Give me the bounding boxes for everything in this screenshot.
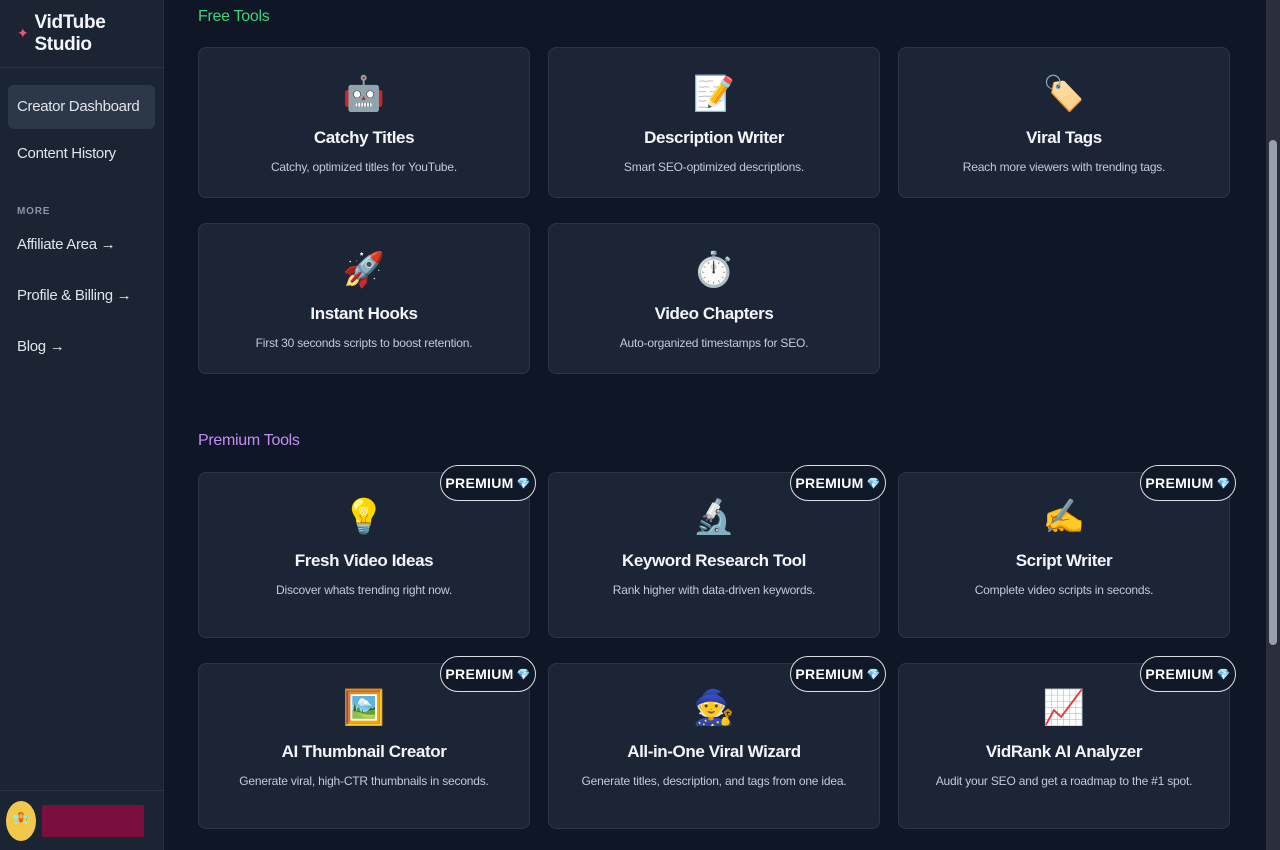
- tool-card-viral-wizard[interactable]: PREMIUM 💎 🧙 All-in-One Viral Wizard Gener…: [548, 656, 886, 829]
- tag-icon: 🏷️: [1042, 75, 1086, 113]
- premium-badge: PREMIUM 💎: [790, 465, 886, 501]
- vertical-scrollbar[interactable]: [1266, 0, 1280, 850]
- card-description: Audit your SEO and get a roadmap to the …: [935, 774, 1193, 788]
- tool-card-description-writer[interactable]: 📝 Description Writer Smart SEO-optimized…: [548, 47, 880, 198]
- tool-card-keyword-research[interactable]: PREMIUM 💎 🔬 Keyword Research Tool Rank hi…: [548, 465, 886, 638]
- nav-blog[interactable]: Blog →: [0, 335, 163, 359]
- premium-tools-heading: Premium Tools: [198, 432, 300, 449]
- tool-card-ai-thumbnail-creator[interactable]: PREMIUM 💎 🖼️ AI Thumbnail Creator Generat…: [198, 656, 536, 829]
- card-title: Script Writer: [1015, 551, 1113, 570]
- nav-creator-dashboard[interactable]: Creator Dashboard: [8, 85, 155, 129]
- tool-card-viral-tags[interactable]: 🏷️ Viral Tags Reach more viewers with tr…: [898, 47, 1230, 198]
- rocket-icon: 🚀: [342, 251, 386, 289]
- premium-badge: PREMIUM 💎: [790, 656, 886, 692]
- card-title: Keyword Research Tool: [621, 551, 806, 570]
- gem-icon: 💎: [1216, 668, 1231, 681]
- more-section-label: MORE: [17, 206, 51, 217]
- card-title: AI Thumbnail Creator: [281, 742, 447, 761]
- sidebar: ✦ VidTube Studio Creator Dashboard Conte…: [0, 0, 164, 850]
- user-profile[interactable]: 🧚: [0, 790, 164, 850]
- premium-badge: PREMIUM 💎: [440, 465, 536, 501]
- premium-badge: PREMIUM 💎: [440, 656, 536, 692]
- card-description: Reach more viewers with trending tags.: [962, 160, 1166, 174]
- robot-icon: 🤖: [342, 75, 386, 113]
- gem-icon: 💎: [1216, 477, 1231, 490]
- card-description: Discover whats trending right now.: [276, 583, 452, 597]
- microscope-icon: 🔬: [692, 498, 736, 536]
- card-title: Fresh Video Ideas: [294, 551, 434, 570]
- free-tools-heading: Free Tools: [198, 8, 270, 25]
- card-description: Generate titles, description, and tags f…: [581, 774, 847, 788]
- card-title: Instant Hooks: [310, 304, 418, 323]
- memo-icon: 📝: [692, 75, 736, 113]
- sparkle-icon: ✦: [17, 25, 29, 41]
- main-content: Free Tools 🤖 Catchy Titles Catchy, optim…: [164, 0, 1266, 850]
- avatar[interactable]: 🧚: [6, 800, 36, 841]
- premium-badge: PREMIUM 💎: [1140, 465, 1236, 501]
- nav-profile-billing[interactable]: Profile & Billing →: [0, 284, 163, 308]
- wizard-icon: 🧙: [692, 689, 736, 727]
- card-title: Viral Tags: [1026, 128, 1102, 147]
- tool-card-vidrank-analyzer[interactable]: PREMIUM 💎 📈 VidRank AI Analyzer Audit you…: [898, 656, 1236, 829]
- card-description: Smart SEO-optimized descriptions.: [623, 160, 805, 174]
- chart-increasing-icon: 📈: [1042, 689, 1086, 727]
- card-description: First 30 seconds scripts to boost retent…: [255, 336, 473, 350]
- framed-picture-icon: 🖼️: [342, 689, 386, 727]
- card-title: Catchy Titles: [313, 128, 415, 147]
- gem-icon: 💎: [866, 668, 881, 681]
- card-title: VidRank AI Analyzer: [985, 742, 1143, 761]
- user-name-block: [42, 804, 144, 837]
- card-title: All-in-One Viral Wizard: [627, 742, 801, 761]
- scrollbar-thumb[interactable]: [1269, 140, 1277, 645]
- tool-card-catchy-titles[interactable]: 🤖 Catchy Titles Catchy, optimized titles…: [198, 47, 530, 198]
- tool-card-video-chapters[interactable]: ⏱️ Video Chapters Auto-organized timesta…: [548, 223, 880, 374]
- card-title: Video Chapters: [654, 304, 774, 323]
- card-description: Auto-organized timestamps for SEO.: [619, 336, 809, 350]
- card-title: Description Writer: [644, 128, 784, 147]
- gem-icon: 💎: [516, 668, 531, 681]
- tool-card-fresh-video-ideas[interactable]: PREMIUM 💎 💡 Fresh Video Ideas Discover wh…: [198, 465, 536, 638]
- card-description: Rank higher with data-driven keywords.: [612, 583, 816, 597]
- card-description: Catchy, optimized titles for YouTube.: [270, 160, 458, 174]
- brand-name: VidTube Studio: [34, 11, 106, 55]
- lightbulb-icon: 💡: [342, 498, 386, 536]
- card-description: Complete video scripts in seconds.: [974, 583, 1154, 597]
- card-description: Generate viral, high-CTR thumbnails in s…: [239, 774, 489, 788]
- tool-card-instant-hooks[interactable]: 🚀 Instant Hooks First 30 seconds scripts…: [198, 223, 530, 374]
- tool-card-script-writer[interactable]: PREMIUM 💎 ✍️ Script Writer Complete video…: [898, 465, 1236, 638]
- writing-hand-icon: ✍️: [1042, 498, 1086, 536]
- premium-badge: PREMIUM 💎: [1140, 656, 1236, 692]
- gem-icon: 💎: [866, 477, 881, 490]
- nav-affiliate-area[interactable]: Affiliate Area →: [0, 233, 163, 257]
- stopwatch-icon: ⏱️: [692, 251, 736, 289]
- brand-logo[interactable]: ✦ VidTube Studio: [0, 0, 163, 68]
- gem-icon: 💎: [516, 477, 531, 490]
- nav-content-history[interactable]: Content History: [8, 132, 155, 176]
